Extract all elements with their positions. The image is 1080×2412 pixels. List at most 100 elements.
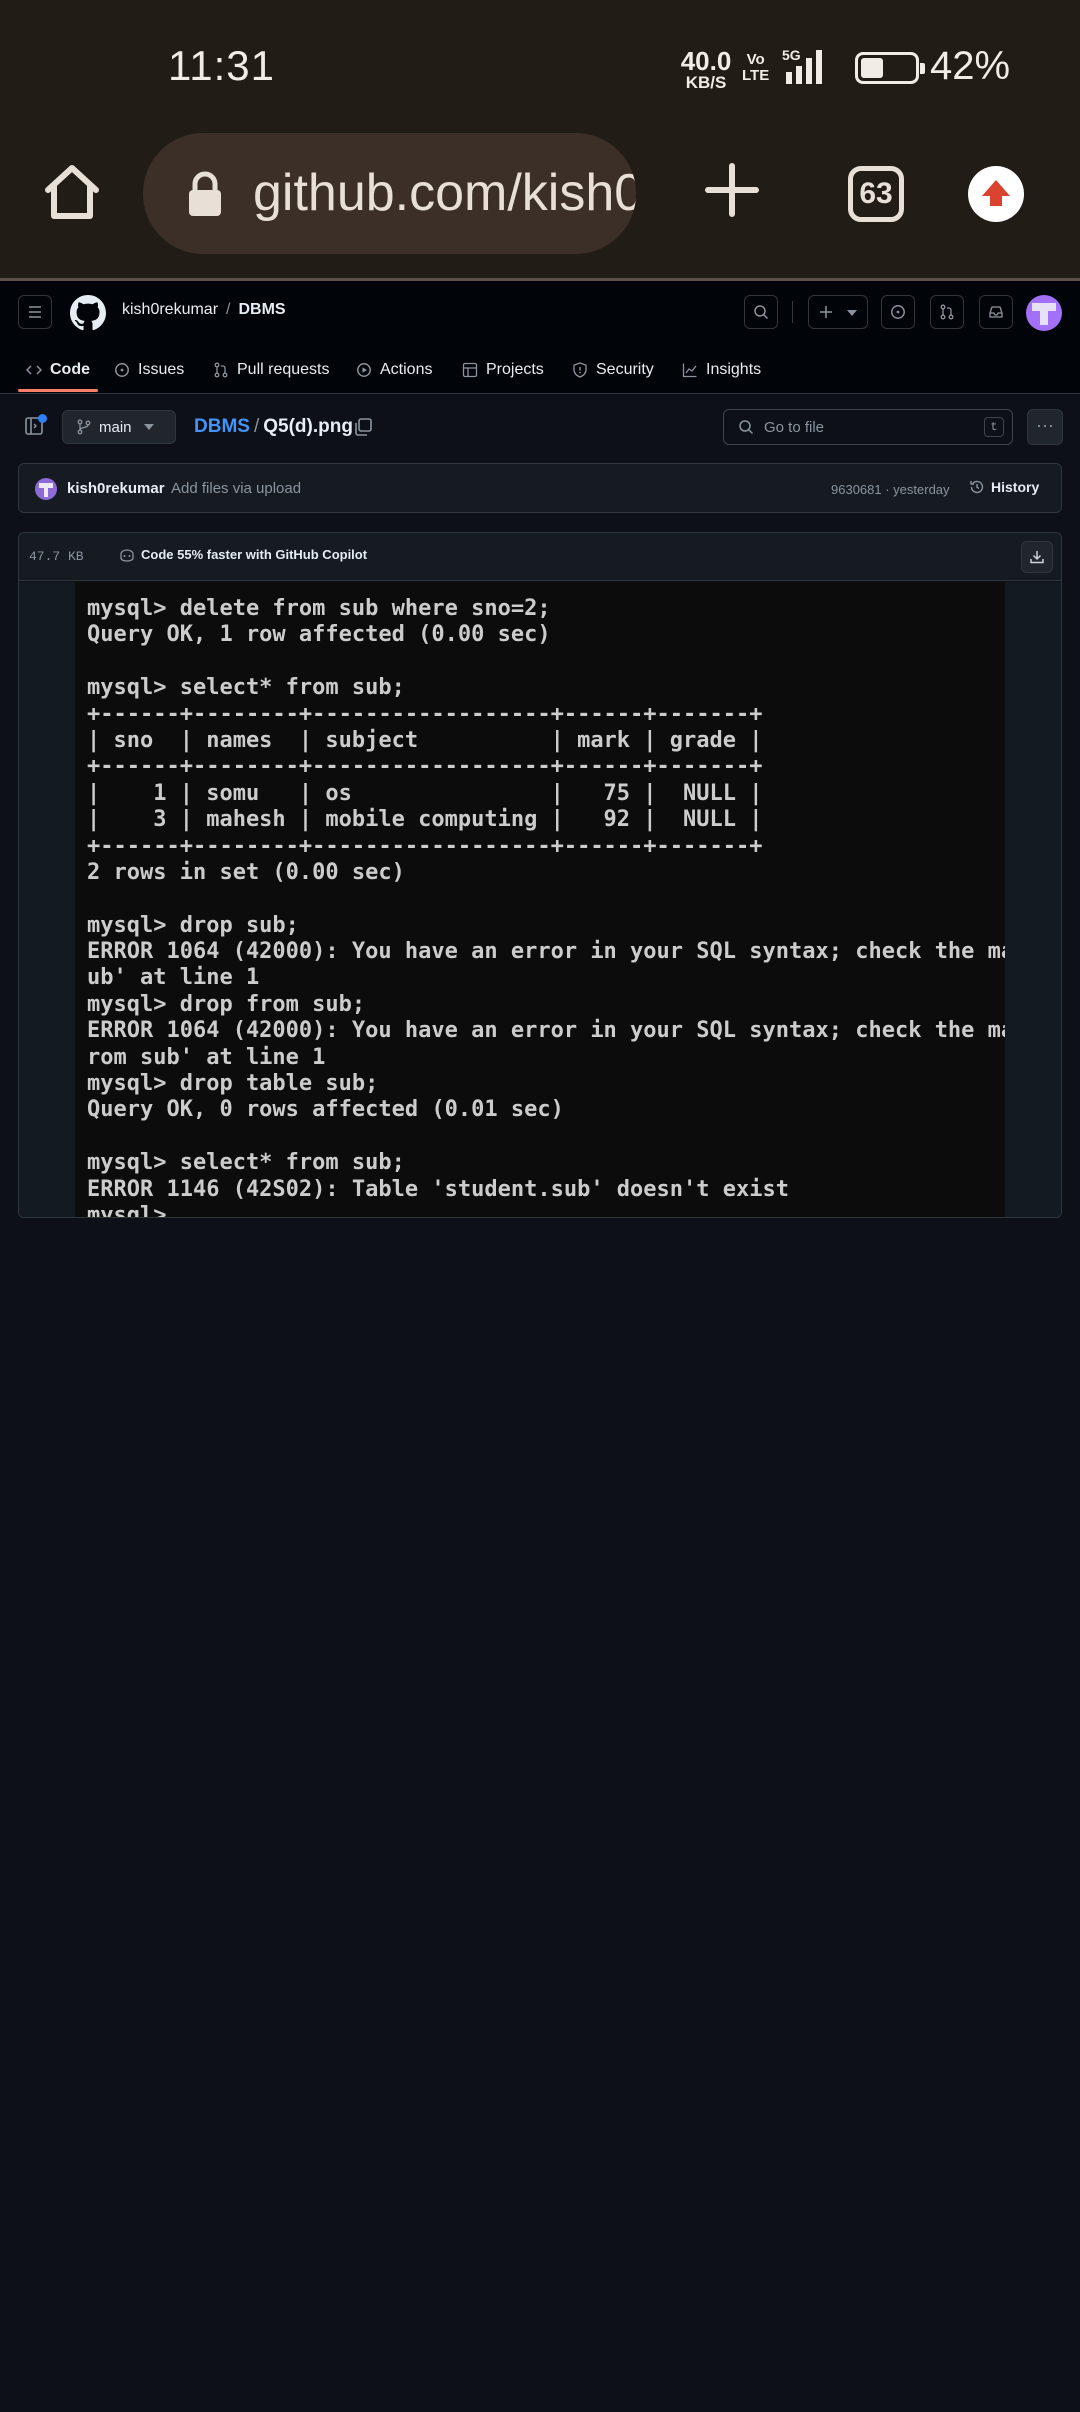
terminal-line: +------+--------+------------------+----… [87,833,763,859]
caret-down-icon [143,424,154,430]
plus-icon[interactable] [702,160,762,220]
network-type-label: 5G [782,47,801,63]
tab-pull-requests[interactable]: Pull requests [213,347,330,393]
shield-icon [573,362,587,378]
network-speed-unit: KB/S [685,73,727,92]
tab-actions-label: Actions [380,361,433,378]
update-icon[interactable] [968,166,1024,222]
terminal-line: +------+--------+------------------+----… [87,701,763,727]
network-speed: 40.0 KB/S [676,48,736,91]
volte-top: Vo [746,51,765,68]
commit-hash-time[interactable]: 9630681 · yesterday [831,482,950,497]
image-preview: mysql> delete from sub where sno=2; Query… [19,582,1061,1218]
pull-request-icon [214,362,228,378]
user-avatar[interactable] [1026,295,1062,331]
plus-icon [820,306,832,318]
issues-button[interactable] [881,295,915,329]
tab-actions[interactable]: Actions [356,347,432,393]
ellipsis-icon: ··· [1036,415,1054,435]
terminal-screenshot: mysql> delete from sub where sno=2; Query… [75,582,1005,1218]
inbox-button[interactable] [979,295,1013,329]
tab-code[interactable]: Code [26,347,90,393]
terminal-line: mysql> select* from sub; [87,675,405,701]
commit-author-avatar[interactable] [35,478,57,500]
repo-link[interactable]: DBMS [238,301,285,318]
owner-link[interactable]: kish0rekumar [122,301,218,318]
terminal-line: ub' at line 1 [87,965,260,991]
github-logo-icon[interactable] [70,295,106,331]
create-new-button[interactable] [808,295,868,329]
search-button[interactable] [744,295,778,329]
tab-projects-label: Projects [486,361,544,378]
battery-icon [855,52,925,84]
download-icon [1030,551,1044,564]
branch-icon [77,419,91,435]
file-path-dir-link[interactable]: DBMS [194,416,250,437]
menu-button[interactable] [18,295,52,329]
branch-selector[interactable]: main [62,410,176,444]
search-icon [739,420,754,435]
caret-down-icon [847,310,857,316]
terminal-line: mysql> [87,1202,167,1218]
terminal-line: mysql> drop table sub; [87,1071,379,1097]
history-label: History [991,479,1040,495]
keyboard-shortcut-hint: t [984,417,1004,437]
issue-icon [115,363,129,377]
tab-issues-label: Issues [138,361,185,378]
download-button[interactable] [1021,541,1053,573]
tab-security[interactable]: Security [572,347,654,393]
status-time: 11:31 [168,42,275,89]
inbox-icon [989,306,1003,318]
terminal-line: mysql> drop from sub; [87,991,366,1017]
more-options-button[interactable]: ··· [1027,409,1063,445]
home-icon[interactable] [40,160,104,224]
tab-code-label: Code [50,361,90,378]
go-to-file-input[interactable] [764,416,964,438]
file-path: DBMS / Q5(d).png [194,416,353,438]
terminal-line: ERROR 1064 (42000): You have an error in… [87,939,1005,965]
terminal-line: Query OK, 1 row affected (0.00 sec) [87,622,551,648]
pull-request-icon [940,304,954,320]
history-button[interactable]: History [969,479,1039,495]
graph-icon [682,363,697,378]
tab-security-label: Security [596,361,654,378]
header-divider [792,301,793,323]
terminal-line: rom sub' at line 1 [87,1044,326,1070]
active-tab-underline [18,389,98,392]
latest-commit-bar: kish0rekumar Add files via upload 963068… [18,463,1062,513]
copilot-promo-label: Code 55% faster with GitHub Copilot [141,547,368,562]
tab-insights[interactable]: Insights [682,347,761,393]
file-path-filename: Q5(d).png [263,416,353,437]
terminal-line: mysql> drop sub; [87,912,299,938]
signal-icon: 5G [782,47,822,84]
terminal-line: | sno | names | subject | mark | grade | [87,727,763,753]
pull-requests-button[interactable] [930,295,964,329]
browser-chrome: 11:31 40.0 KB/S Vo LTE 5G 42% github.com… [0,0,1080,279]
url-bar[interactable]: github.com/kish0rekumar/DBMS/blob/main/Q… [143,133,636,254]
network-speed-value: 40.0 [680,46,732,76]
tab-issues[interactable]: Issues [114,347,184,393]
copy-path-icon[interactable] [352,416,374,438]
repo-nav: Code Issues Pull requests Actions Projec… [0,347,1080,393]
battery-fill [861,58,883,78]
commit-author[interactable]: kish0rekumar [67,480,165,497]
battery-percent: 42% [930,44,1011,88]
issue-icon [891,305,905,319]
copilot-promo-link[interactable]: Code 55% faster with GitHub Copilot [119,547,367,562]
tab-count-button[interactable]: 63 [848,166,904,222]
commit-message[interactable]: Add files via upload [171,480,301,497]
file-path-separator: / [253,416,260,437]
play-icon [357,363,371,377]
terminal-line: mysql> select* from sub; [87,1150,405,1176]
volte-bottom: LTE [742,67,770,84]
tab-projects[interactable]: Projects [462,347,544,393]
search-icon [754,305,769,320]
lock-icon [189,171,221,216]
history-icon [970,480,984,494]
github-header: kish0rekumar / DBMS Code Issues Pull reque… [0,281,1080,394]
file-size: 47.7 KB [29,549,84,564]
terminal-line: | 1 | somu | os | 75 | NULL | [87,780,763,806]
